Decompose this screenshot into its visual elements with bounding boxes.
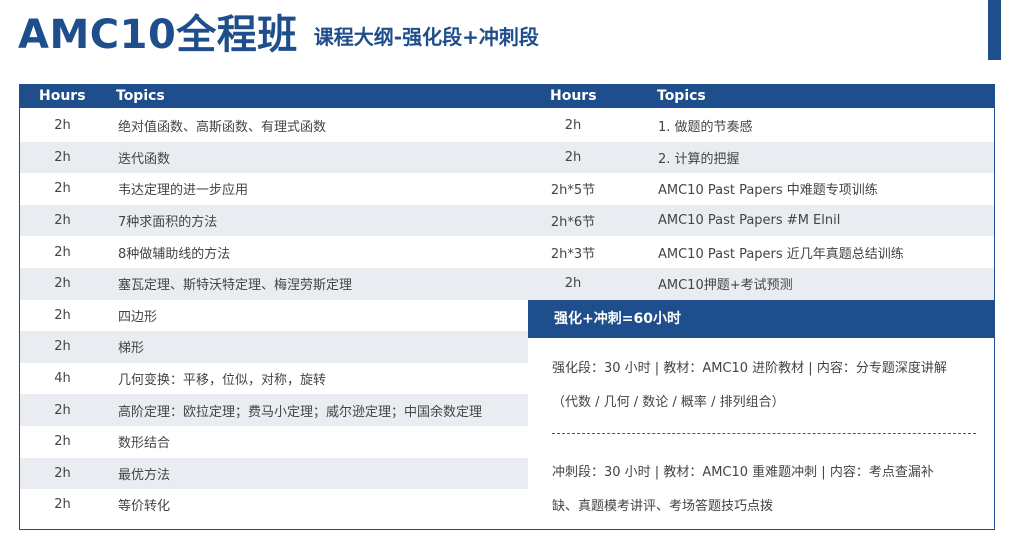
topic-cell: 等价转化 — [118, 499, 171, 515]
topic-cell: AMC10 Past Papers 近几年真题总结训练 — [658, 246, 904, 262]
table-row: 2h 1. 做题的节奏感 — [528, 110, 994, 142]
topic-cell: AMC10押题+考试预测 — [658, 278, 793, 294]
hours-cell: 2h — [54, 149, 71, 165]
left-syllabus-table: 2h 绝对值函数、高斯函数、有理式函数 2h 迭代函数 2h 韦达定理的进一步应用 2… — [20, 110, 528, 521]
table-row: 2h 7种求面积的方法 — [20, 204, 528, 237]
table-row: 2h 绝对值函数、高斯函数、有理式函数 — [20, 110, 528, 142]
topic-cell: AMC10 Past Papers 中难题专项训练 — [658, 183, 878, 199]
hours-cell: 2h — [54, 465, 71, 481]
topic-cell: AMC10 Past Papers #M Elnil — [658, 213, 841, 229]
topic-cell: 8种做辅助线的方法 — [118, 246, 231, 262]
topic-cell: 四边形 — [118, 309, 158, 325]
hours-cell: 2h — [564, 276, 582, 292]
hours-cell: 2h — [54, 497, 71, 513]
topic-cell: 迭代函数 — [118, 151, 171, 167]
topic-cell: 1. 做题的节奏感 — [658, 120, 753, 136]
topic-cell: 绝对值函数、高斯函数、有理式函数 — [118, 120, 327, 136]
table-row: 2h 韦达定理的进一步应用 — [20, 173, 528, 205]
topic-cell: 韦达定理的进一步应用 — [118, 183, 249, 199]
table-row: 2h*5节 AMC10 Past Papers 中难题专项训练 — [528, 173, 994, 205]
topic-cell: 2. 计算的把握 — [658, 151, 740, 167]
table-row: 2h 数形结合 — [20, 426, 528, 458]
topic-cell: 塞瓦定理、斯特沃特定理、梅涅劳斯定理 — [118, 278, 353, 294]
left-topics-header: Topics — [116, 88, 165, 104]
topic-cell: 梯形 — [118, 341, 145, 357]
table-row: 2h 等价转化 — [20, 489, 528, 521]
table-row: 2h AMC10押题+考试预测 — [528, 267, 994, 300]
hours-cell: 2h — [54, 339, 71, 355]
summary-heading: 强化+冲刺=60小时 — [528, 300, 994, 338]
table-row: 4h 几何变换：平移，位似，对称，旋转 — [20, 363, 528, 395]
hours-cell: 2h*3节 — [550, 246, 596, 262]
hours-cell: 2h — [54, 118, 71, 134]
summary-line-intensive: 强化段：30 小时 | 教材：AMC10 进阶教材 | 内容：分专题深度讲解 — [552, 361, 947, 376]
hours-cell: 2h — [54, 244, 71, 260]
hours-cell: 2h — [54, 434, 71, 450]
hours-cell: 2h — [54, 181, 71, 197]
page-header: AMC10全程班 课程大纲-强化段+冲刺段 — [18, 10, 539, 60]
table-row: 2h 高阶定理：欧拉定理；费马小定理；威尔逊定理；中国余数定理 — [20, 394, 528, 426]
table-row: 2h*6节 AMC10 Past Papers #M Elnil — [528, 204, 994, 237]
table-row: 2h 梯形 — [20, 331, 528, 363]
hours-cell: 2h — [54, 276, 71, 292]
hours-cell: 2h — [54, 213, 71, 229]
hours-cell: 2h — [564, 118, 582, 134]
hours-cell: 2h*5节 — [550, 183, 596, 199]
topic-cell: 高阶定理：欧拉定理；费马小定理；威尔逊定理；中国余数定理 — [118, 404, 483, 420]
dashed-divider — [552, 433, 976, 434]
hours-cell: 2h — [54, 402, 71, 418]
corner-accent-bar — [988, 0, 1001, 60]
page-title: AMC10全程班 — [18, 12, 298, 58]
table-row: 2h 8种做辅助线的方法 — [20, 236, 528, 268]
summary-line-sprint: 冲刺段：30 小时 | 教材：AMC10 重难题冲刺 | 内容：考点查漏补 — [552, 465, 934, 480]
hours-cell: 2h*6节 — [550, 215, 596, 231]
right-syllabus-table: 2h 1. 做题的节奏感 2h 2. 计算的把握 2h*5节 AMC10 Past P… — [528, 110, 994, 300]
table-row: 2h 2. 计算的把握 — [528, 141, 994, 174]
table-row: 2h*3节 AMC10 Past Papers 近几年真题总结训练 — [528, 236, 994, 268]
table-row: 2h 塞瓦定理、斯特沃特定理、梅涅劳斯定理 — [20, 267, 528, 300]
topic-cell: 最优方法 — [118, 467, 171, 483]
topic-cell: 7种求面积的方法 — [118, 215, 218, 231]
topic-cell: 几何变换：平移，位似，对称，旋转 — [118, 373, 327, 389]
summary-line-sprint-content: 缺、真题模考讲评、考场答题技巧点拨 — [552, 499, 774, 514]
right-hours-header: Hours — [550, 88, 597, 104]
left-hours-header: Hours — [39, 88, 86, 104]
hours-cell: 2h — [564, 149, 582, 165]
right-topics-header: Topics — [657, 88, 706, 104]
page-subtitle: 课程大纲-强化段+冲刺段 — [313, 25, 539, 49]
table-row: 2h 四边形 — [20, 300, 528, 332]
table-row: 2h 迭代函数 — [20, 141, 528, 174]
summary-line-intensive-topics: （代数 / 几何 / 数论 / 概率 / 排列组合） — [552, 395, 785, 410]
table-row: 2h 最优方法 — [20, 457, 528, 490]
hours-cell: 4h — [54, 371, 71, 387]
hours-cell: 2h — [54, 307, 71, 323]
table-header-row: Hours Topics Hours Topics — [19, 84, 995, 108]
topic-cell: 数形结合 — [118, 436, 171, 452]
